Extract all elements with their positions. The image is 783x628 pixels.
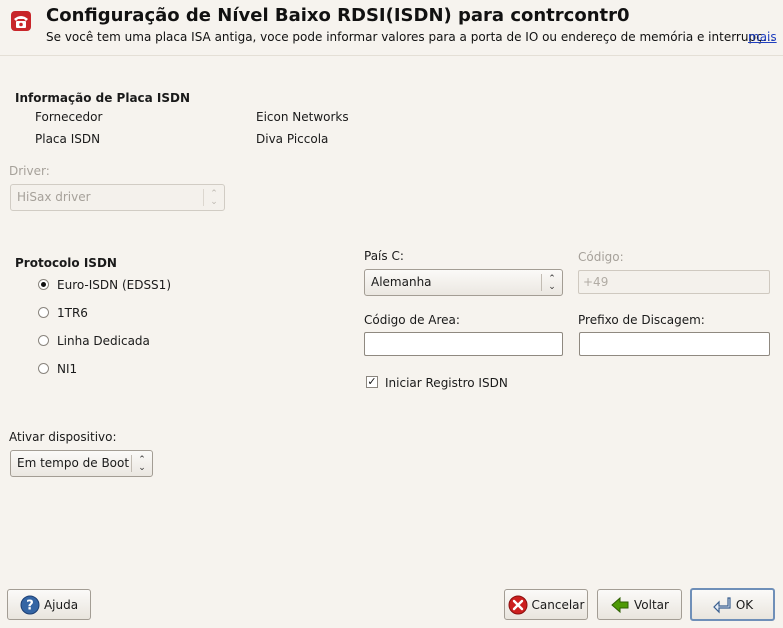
header-separator: [0, 55, 783, 56]
radio-ni1-label[interactable]: NI1: [57, 362, 77, 376]
radio-euro-isdn-label[interactable]: Euro-ISDN (EDSS1): [57, 278, 171, 292]
driver-select: HiSax driver ⌃ ⌄: [10, 184, 225, 211]
arrow-left-icon: [610, 595, 630, 615]
card-info-heading: Informação de Placa ISDN: [15, 91, 191, 105]
country-label: País C:: [364, 249, 404, 263]
country-select-value: Alemanha: [371, 275, 432, 289]
ok-button[interactable]: OK: [690, 588, 775, 621]
telephone-icon: [9, 9, 33, 36]
code-field: +49: [578, 270, 770, 294]
activate-label: Ativar dispositivo:: [9, 430, 117, 444]
radio-euro-isdn[interactable]: [38, 279, 49, 290]
radio-1tr6[interactable]: [38, 307, 49, 318]
radio-leased-line[interactable]: [38, 335, 49, 346]
help-icon: ?: [20, 595, 40, 615]
page-subtitle: Se você tem uma placa ISA antiga, voce p…: [46, 30, 775, 44]
enter-arrow-icon: [712, 595, 732, 615]
chevron-updown-icon: ⌃ ⌄: [131, 455, 152, 472]
area-code-label: Código de Area:: [364, 313, 460, 327]
dial-prefix-label: Prefixo de Discagem:: [578, 313, 705, 327]
cancel-icon: [508, 595, 528, 615]
help-button-label: Ajuda: [43, 597, 79, 612]
activate-select[interactable]: Em tempo de Boot ⌃ ⌄: [10, 450, 153, 477]
driver-label: Driver:: [9, 164, 50, 178]
protocol-heading: Protocolo ISDN: [15, 256, 117, 270]
card-value: Diva Piccola: [256, 132, 329, 146]
radio-leased-line-label[interactable]: Linha Dedicada: [57, 334, 150, 348]
area-code-field[interactable]: [364, 332, 563, 356]
more-link[interactable]: mais: [748, 30, 777, 44]
cancel-button-label: Cancelar: [531, 597, 585, 612]
vendor-value: Eicon Networks: [256, 110, 349, 124]
radio-ni1[interactable]: [38, 363, 49, 374]
code-label: Código:: [578, 250, 624, 264]
back-button-label: Voltar: [634, 597, 669, 612]
isdn-log-checkbox[interactable]: ✓: [366, 376, 378, 388]
card-label: Placa ISDN: [35, 132, 101, 146]
ok-button-label: OK: [735, 597, 754, 612]
activate-select-value: Em tempo de Boot: [17, 456, 130, 470]
chevron-updown-icon: ⌃ ⌄: [203, 189, 224, 206]
isdn-log-label[interactable]: Iniciar Registro ISDN: [385, 376, 508, 390]
help-button[interactable]: ? Ajuda: [7, 589, 91, 620]
svg-text:?: ?: [26, 598, 34, 613]
chevron-updown-icon: ⌃ ⌄: [541, 274, 562, 291]
country-select[interactable]: Alemanha ⌃ ⌄: [364, 269, 563, 296]
vendor-label: Fornecedor: [35, 110, 103, 124]
page-title: Configuração de Nível Baixo RDSI(ISDN) p…: [46, 5, 630, 26]
cancel-button[interactable]: Cancelar: [504, 589, 588, 620]
driver-select-value: HiSax driver: [17, 190, 91, 204]
dial-prefix-field[interactable]: [579, 332, 770, 356]
back-button[interactable]: Voltar: [597, 589, 682, 620]
radio-1tr6-label[interactable]: 1TR6: [57, 306, 88, 320]
